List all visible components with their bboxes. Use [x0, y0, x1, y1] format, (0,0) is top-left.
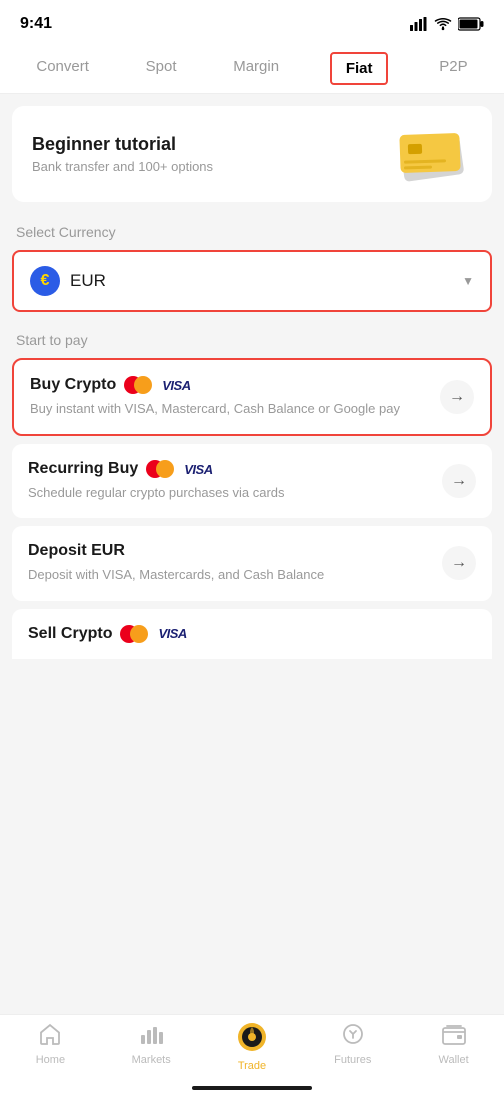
trade-icon: [238, 1023, 266, 1056]
trade-label: Trade: [238, 1060, 266, 1072]
home-label: Home: [36, 1054, 65, 1066]
recurring-buy-arrow[interactable]: →: [442, 464, 476, 498]
eur-icon: €: [30, 266, 60, 296]
banner-subtitle: Bank transfer and 100+ options: [32, 159, 213, 174]
deposit-eur-arrow[interactable]: →: [442, 546, 476, 580]
recurring-visa-logo: VISA: [184, 462, 212, 477]
mastercard-logo: [124, 376, 152, 394]
tab-spot[interactable]: Spot: [136, 44, 187, 93]
markets-label: Markets: [132, 1054, 171, 1066]
banner-illustration: [392, 126, 472, 182]
battery-icon: [458, 17, 484, 31]
buy-crypto-title: Buy Crypto: [30, 376, 116, 394]
home-icon: [38, 1023, 62, 1050]
deposit-eur-title-row: Deposit EUR: [28, 542, 430, 560]
sell-mc-circle-orange: [130, 625, 148, 643]
nav-tabs: Convert Spot Margin Fiat P2P: [0, 44, 504, 94]
arrow-right-icon: →: [449, 388, 465, 406]
nav-wallet[interactable]: Wallet: [424, 1023, 484, 1072]
banner-text: Beginner tutorial Bank transfer and 100+…: [32, 134, 213, 174]
buy-crypto-arrow[interactable]: →: [440, 380, 474, 414]
futures-label: Futures: [334, 1054, 371, 1066]
tab-fiat[interactable]: Fiat: [330, 52, 389, 85]
nav-futures[interactable]: Futures: [323, 1023, 383, 1072]
currency-selector[interactable]: € EUR ▼: [12, 250, 492, 312]
recurring-buy-title-row: Recurring Buy VISA: [28, 460, 430, 478]
wallet-icon: [442, 1023, 466, 1050]
wifi-icon: [434, 17, 452, 31]
status-bar: 9:41: [0, 0, 504, 44]
status-icons: [410, 17, 484, 31]
recurring-buy-card[interactable]: Recurring Buy VISA Schedule regular cryp…: [12, 444, 492, 518]
recurring-buy-desc: Schedule regular crypto purchases via ca…: [28, 484, 430, 502]
currency-name: EUR: [70, 271, 106, 291]
tab-margin[interactable]: Margin: [223, 44, 289, 93]
recurring-buy-left: Recurring Buy VISA Schedule regular cryp…: [28, 460, 430, 502]
nav-markets[interactable]: Markets: [121, 1023, 181, 1072]
bottom-nav: Home Markets Trade: [0, 1014, 504, 1096]
currency-left: € EUR: [30, 266, 106, 296]
status-time: 9:41: [20, 15, 52, 33]
signal-icon: [410, 17, 428, 31]
recurring-mc-circle-orange: [156, 460, 174, 478]
wallet-label: Wallet: [439, 1054, 469, 1066]
home-indicator: [192, 1086, 312, 1090]
sell-mastercard-logo: [120, 625, 148, 643]
tab-convert[interactable]: Convert: [26, 44, 99, 93]
main-content: Beginner tutorial Bank transfer and 100+…: [0, 106, 504, 749]
deposit-arrow-right-icon: →: [451, 554, 467, 572]
nav-home[interactable]: Home: [20, 1023, 80, 1072]
deposit-eur-card[interactable]: Deposit EUR Deposit with VISA, Mastercar…: [12, 526, 492, 600]
recurring-buy-title: Recurring Buy: [28, 460, 138, 478]
futures-icon: [341, 1023, 365, 1050]
sell-crypto-title-row: Sell Crypto VISA: [28, 625, 476, 643]
markets-icon: [139, 1023, 163, 1050]
sell-crypto-left: Sell Crypto VISA: [28, 625, 476, 649]
banner-title: Beginner tutorial: [32, 134, 213, 155]
mc-circle-orange: [134, 376, 152, 394]
sell-crypto-title: Sell Crypto: [28, 625, 112, 643]
credit-card-svg: [392, 126, 472, 186]
sell-visa-logo: VISA: [158, 626, 186, 641]
deposit-eur-title: Deposit EUR: [28, 542, 125, 560]
recurring-arrow-right-icon: →: [451, 472, 467, 490]
buy-crypto-title-row: Buy Crypto VISA: [30, 376, 428, 394]
buy-crypto-desc: Buy instant with VISA, Mastercard, Cash …: [30, 400, 428, 418]
tab-p2p[interactable]: P2P: [429, 44, 477, 93]
nav-trade[interactable]: Trade: [222, 1023, 282, 1072]
buy-crypto-left: Buy Crypto VISA Buy instant with VISA, M…: [30, 376, 428, 418]
select-currency-label: Select Currency: [0, 214, 504, 246]
deposit-eur-left: Deposit EUR Deposit with VISA, Mastercar…: [28, 542, 430, 584]
dropdown-arrow-icon: ▼: [462, 274, 474, 288]
deposit-eur-desc: Deposit with VISA, Mastercards, and Cash…: [28, 566, 430, 584]
sell-crypto-card[interactable]: Sell Crypto VISA: [12, 609, 492, 659]
start-to-pay-label: Start to pay: [0, 324, 504, 354]
visa-logo: VISA: [162, 378, 190, 393]
banner-card[interactable]: Beginner tutorial Bank transfer and 100+…: [12, 106, 492, 202]
buy-crypto-card[interactable]: Buy Crypto VISA Buy instant with VISA, M…: [12, 358, 492, 436]
recurring-mastercard-logo: [146, 460, 174, 478]
